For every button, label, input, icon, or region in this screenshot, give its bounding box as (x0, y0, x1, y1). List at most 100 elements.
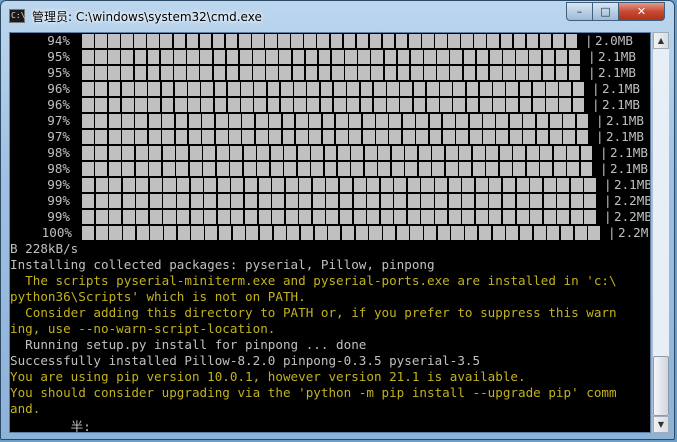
maximize-button[interactable]: □ (592, 2, 619, 21)
progress-bar-segment (461, 34, 473, 48)
progress-row: 96% | 2.1MB (10, 81, 650, 97)
progress-bar-segment (557, 210, 570, 224)
progress-bar-segment (432, 162, 445, 176)
console-line: Successfully installed Pillow-8.2.0 pinp… (10, 353, 481, 368)
progress-bar-segment (384, 50, 397, 64)
progress-bar-segment (326, 178, 339, 192)
progress-bar-segment (190, 178, 203, 192)
progress-bar-segment (280, 82, 293, 96)
progress-bar-segment (226, 66, 239, 80)
progress-bar-segment (353, 178, 366, 192)
progress-bar-segment (336, 114, 348, 128)
minimize-button[interactable]: – (566, 2, 593, 21)
progress-bar-segment (202, 130, 215, 144)
progress-bar-segment (496, 114, 509, 128)
progress-bar-segment (218, 226, 231, 240)
progress-bar-segment (272, 210, 285, 224)
progress-bar-segment (122, 146, 135, 160)
progress-bar-segment (254, 98, 267, 112)
close-button[interactable]: ✕ (618, 2, 665, 21)
progress-bar-segment (474, 34, 486, 48)
progress-bar-segment (405, 162, 418, 176)
progress-bar-segment (540, 162, 553, 176)
progress-bar-segment (382, 34, 395, 48)
progress-bar-segment (353, 210, 366, 224)
progress-bar-segment (448, 194, 461, 208)
progress-bar-segment (82, 162, 94, 176)
progress-percent: 94% (47, 33, 70, 48)
progress-bar-segment (136, 194, 149, 208)
progress-bar-segment (282, 114, 295, 128)
progress-bar-segment (160, 66, 173, 80)
progress-bar-segment (122, 194, 135, 208)
progress-bar-segment (188, 98, 200, 112)
progress-bar-segment (147, 66, 160, 80)
progress-bar-segment (136, 226, 149, 240)
progress-bar-segment (475, 210, 488, 224)
progress-bar-segment (121, 34, 133, 48)
progress-bar-segment (299, 194, 312, 208)
progress-bar-segment (278, 34, 290, 48)
progress-bar-segment (160, 50, 173, 64)
progress-bar-segment (279, 66, 292, 80)
progress-bar-segment (320, 82, 333, 96)
progress-bar-segment (108, 82, 121, 96)
progress-size: 2.1MB (602, 81, 640, 96)
progress-bar-segment (109, 226, 122, 240)
progress-bar-segment (338, 146, 350, 160)
progress-bar-segment (216, 146, 229, 160)
scroll-down-arrow-icon[interactable]: ▼ (653, 416, 669, 433)
progress-separator: | (600, 145, 608, 160)
vertical-scrollbar[interactable]: ▲ ▼ (652, 32, 669, 433)
progress-bar-segment (161, 98, 174, 112)
progress-bar-segment (435, 210, 448, 224)
progress-bar-segment (389, 130, 402, 144)
cmd-app-icon[interactable]: C:\ (9, 9, 25, 23)
progress-bar-segment (297, 162, 310, 176)
console-output[interactable]: 94% | 2.0MB 95% | 2.1MB 95% | 2.1MB 96% | 2.1MB 96% |… (9, 32, 651, 433)
progress-bar-segment (424, 226, 437, 240)
progress-bar-segment (549, 130, 562, 144)
progress-bar-segment (378, 162, 391, 176)
progress-bar-segment (311, 162, 324, 176)
scrollbar-thumb[interactable] (653, 356, 669, 416)
progress-bar-segment (559, 82, 572, 96)
progress-bar-segment (462, 210, 475, 224)
progress-bar-segment (530, 210, 543, 224)
progress-percent: 96% (47, 81, 70, 96)
progress-bar-segment (244, 178, 258, 192)
progress-bar-segment (536, 114, 549, 128)
progress-bar-segment (229, 114, 241, 128)
progress-bar-segment (269, 114, 282, 128)
progress-bar-segment (450, 66, 463, 80)
progress-bar-segment (542, 66, 555, 80)
progress-bar-segment (402, 130, 415, 144)
progress-bar-segment (82, 82, 94, 96)
progress-bar-segment (555, 66, 568, 80)
progress-bar-segment (530, 178, 543, 192)
progress-bar-segment (472, 146, 485, 160)
progress-bar-segment (440, 82, 452, 96)
progress-bar-segment (163, 178, 176, 192)
progress-bar-segment (82, 146, 94, 160)
progress-bar-segment (384, 66, 397, 80)
progress-bar-segment (161, 82, 174, 96)
progress-bar-segment (177, 178, 190, 192)
progress-bar-segment (162, 114, 175, 128)
progress-bar-segment (324, 162, 337, 176)
progress-bar-segment (542, 50, 555, 64)
progress-bar-segment (108, 50, 120, 64)
progress-bar-segment (479, 98, 492, 112)
progress-separator: | (592, 97, 600, 112)
progress-bar-segment (95, 82, 107, 96)
console-line: You should consider upgrading via the 'p… (10, 385, 617, 400)
progress-bar-segment (479, 82, 492, 96)
progress-bar-segment (309, 114, 322, 128)
progress-bar-segment (389, 114, 402, 128)
progress-row: 99% | 2.1MB (10, 177, 650, 193)
progress-bar-segment (450, 50, 463, 64)
title-bar[interactable]: C:\ 管理员: C:\windows\system32\cmd.exe – □… (1, 1, 674, 33)
scroll-up-arrow-icon[interactable]: ▲ (653, 32, 669, 49)
progress-bar-segment (416, 130, 429, 144)
progress-bar-segment (543, 210, 556, 224)
